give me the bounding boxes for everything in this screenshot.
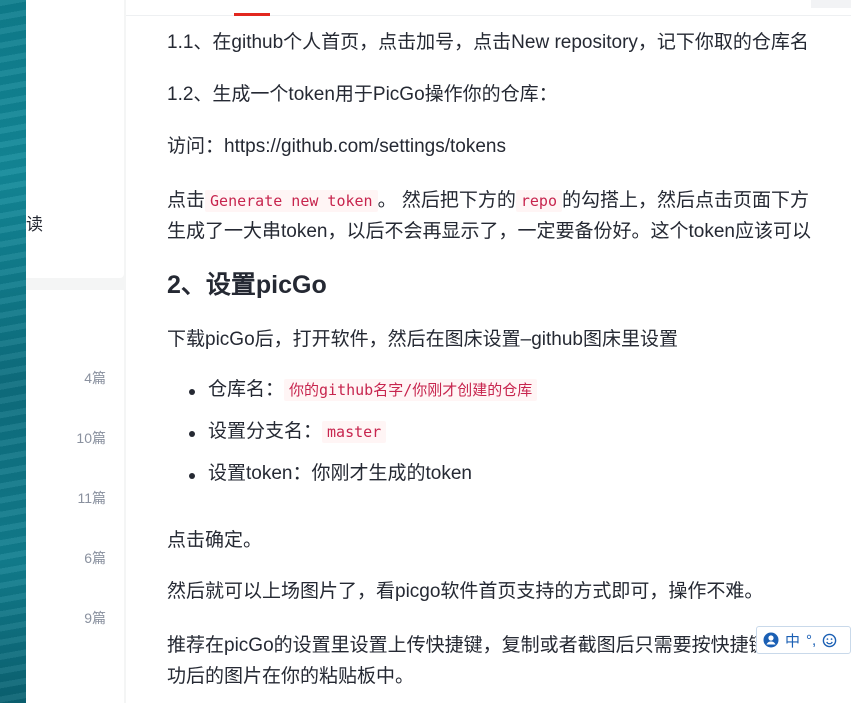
inline-code: Generate new token bbox=[205, 190, 378, 212]
paragraph: 访问：https://github.com/settings/tokens bbox=[167, 136, 506, 157]
background-image-strip bbox=[0, 0, 26, 703]
user-icon[interactable] bbox=[763, 632, 779, 648]
active-tab-indicator bbox=[234, 13, 270, 16]
list-item: 设置token：你刚才生成的token bbox=[189, 460, 537, 502]
article-main: 1.1、在github个人首页，点击加号，点击New repository，记下… bbox=[126, 0, 851, 703]
list-item-label: 仓库名： bbox=[208, 379, 285, 400]
ime-punctuation-toggle[interactable]: °, bbox=[806, 632, 816, 649]
paragraph: 推荐在picGo的设置里设置上传快捷键，复制或者截图后只需要按快捷键 bbox=[167, 635, 768, 656]
paragraph: 1.1、在github个人首页，点击加号，点击New repository，记下… bbox=[167, 32, 809, 53]
sidebar-card: 读 bbox=[26, 0, 124, 278]
paragraph-text: 点击 bbox=[167, 190, 206, 211]
paragraph: 然后就可以上场图片了，看picgo软件首页支持的方式即可，操作不难。 bbox=[167, 581, 764, 602]
list-item: 设置分支名： master bbox=[189, 418, 537, 460]
sidebar-read-label[interactable]: 读 bbox=[26, 210, 43, 235]
list-item-label: 设置分支名： bbox=[208, 421, 323, 442]
settings-list: 仓库名： 你的github名字/你刚才创建的仓库 设置分支名： master 设置t… bbox=[189, 376, 538, 502]
category-count[interactable]: 6篇 bbox=[84, 548, 106, 568]
paragraph-text: 。 然后把下方的 bbox=[377, 190, 516, 211]
paragraph: 点击 Generate new token。 然后把下方的 repo 的勾搭上，然后点… bbox=[167, 187, 809, 215]
category-count[interactable]: 10篇 bbox=[76, 428, 106, 448]
inline-code: 你的github名字/你刚才创建的仓库 bbox=[284, 379, 538, 401]
paragraph: 1.2、生成一个token用于PicGo操作你的仓库： bbox=[167, 84, 558, 105]
category-count[interactable]: 9篇 bbox=[84, 608, 106, 628]
list-item-label: 设置token：你刚才生成的token bbox=[208, 463, 472, 484]
section-heading: 2、设置picGo bbox=[167, 271, 327, 299]
list-item: 仓库名： 你的github名字/你刚才创建的仓库 bbox=[189, 376, 538, 418]
paragraph: 生成了一大串token，以后不会再显示了，一定要备份好。这个token应该可以 bbox=[167, 221, 811, 242]
paragraph: 点击确定。 bbox=[167, 530, 263, 551]
ime-language-toggle[interactable]: 中 bbox=[785, 630, 800, 651]
paragraph: 功后的图片在你的粘贴板中。 bbox=[167, 666, 415, 687]
inline-code: repo bbox=[515, 190, 562, 212]
paragraph-text: 的勾搭上，然后点击页面下方 bbox=[561, 190, 809, 211]
paragraph: 下载picGo后，打开软件，然后在图床设置–github图床里设置 bbox=[167, 329, 678, 350]
category-count[interactable]: 11篇 bbox=[77, 488, 106, 508]
top-right-box bbox=[811, 0, 851, 8]
ime-toolbar[interactable]: 中 °, bbox=[756, 626, 851, 654]
category-count[interactable]: 4篇 bbox=[84, 368, 106, 388]
inline-code: master bbox=[322, 421, 387, 443]
sidebar-category-list: 4篇 10篇 11篇 6篇 9篇 bbox=[26, 290, 124, 703]
smiley-icon[interactable] bbox=[822, 633, 837, 648]
